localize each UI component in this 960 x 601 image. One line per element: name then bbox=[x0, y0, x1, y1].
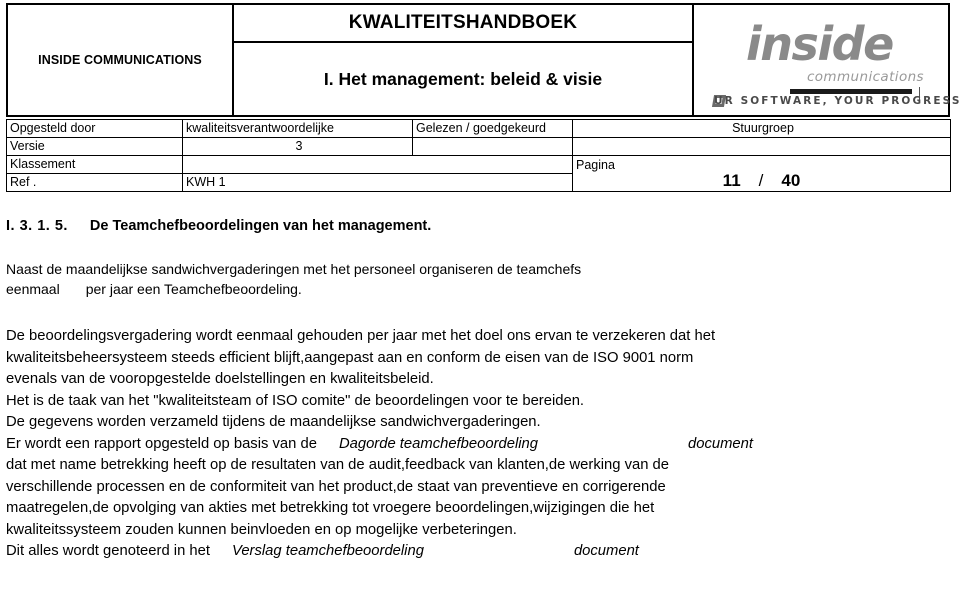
main-paragraph: De beoordelingsvergadering wordt eenmaal… bbox=[6, 326, 950, 563]
report-line-post: document bbox=[688, 435, 753, 452]
body-line: maatregelen,de opvolging van akties met … bbox=[6, 500, 655, 516]
meta-label-version: Versie bbox=[6, 137, 183, 156]
inside-communications-logo: inside communications UR SOFTWARE, YOUR … bbox=[711, 13, 959, 109]
page-numbers: 11 / 40 bbox=[573, 172, 950, 190]
report-line-pre: Er wordt een rapport opgesteld op basis … bbox=[6, 435, 317, 452]
body-line: Het is de taak van het "kwaliteitsteam o… bbox=[6, 392, 585, 409]
body-line: dat met name betrekking heeft op de resu… bbox=[6, 457, 670, 473]
page-number-cell: Pagina 11/40 bbox=[572, 155, 951, 192]
section-number: I. 3. 1. 5. bbox=[6, 218, 68, 234]
report-reference-line: Er wordt een rapport opgesteld op basis … bbox=[6, 434, 950, 456]
meta-label-approval: Gelezen / goedgekeurd bbox=[412, 119, 573, 138]
final-document-name: Verslag teamchefbeoordeling bbox=[232, 543, 424, 559]
intro-line-1: Naast de maandelijkse sandwichvergaderin… bbox=[6, 261, 582, 277]
logo-wordmark: inside bbox=[746, 17, 894, 71]
body-line: kwaliteitssysteem zouden kunnen beinvloe… bbox=[6, 521, 517, 538]
meta-label-classification: Klassement bbox=[6, 155, 183, 174]
meta-blank-cell-a bbox=[412, 137, 573, 156]
page-total: 40 bbox=[781, 171, 801, 190]
body-line: De beoordelingsvergadering wordt eenmaal… bbox=[6, 328, 716, 344]
company-name-cell: INSIDE COMMUNICATIONS bbox=[6, 3, 234, 117]
logo-bar-decoration bbox=[790, 89, 912, 94]
final-reference-line: Dit alles wordt genoteerd in het Verslag … bbox=[6, 541, 950, 563]
final-line-pre: Dit alles wordt genoteerd in het bbox=[6, 543, 210, 559]
intro-line-2-part-b: per jaar een Teamchefbeoordeling. bbox=[85, 280, 302, 297]
body-line: De gegevens worden verzameld tijdens de … bbox=[6, 414, 541, 430]
meta-value-ref: KWH 1 bbox=[182, 173, 573, 192]
meta-value-version: 3 bbox=[182, 137, 413, 156]
page-current: 11 bbox=[722, 171, 741, 190]
document-header: INSIDE COMMUNICATIONS KWALITEITSHANDBOEK… bbox=[6, 3, 959, 117]
intro-paragraph: Naast de maandelijkse sandwichvergaderin… bbox=[6, 260, 950, 299]
document-title-cell: KWALITEITSHANDBOEK I. Het management: be… bbox=[234, 3, 694, 117]
table-row: Opgesteld door kwaliteitsverantwoordelij… bbox=[6, 119, 951, 138]
report-document-name: Dagorde teamchefbeoordeling bbox=[338, 435, 539, 452]
company-name: INSIDE COMMUNICATIONS bbox=[38, 53, 202, 67]
company-logo-cell: inside communications UR SOFTWARE, YOUR … bbox=[694, 3, 959, 117]
meta-blank-cell-b bbox=[572, 137, 951, 156]
section-heading: I. 3. 1. 5. De Teamchefbeoordelingen van … bbox=[6, 218, 950, 234]
meta-value-author: kwaliteitsverantwoordelijke bbox=[182, 119, 413, 138]
intro-line-2-part-a: eenmaal bbox=[6, 280, 60, 297]
page-separator: / bbox=[758, 171, 764, 190]
body-line: kwaliteitsbeheersysteem steeds efficient… bbox=[6, 349, 694, 366]
logo-tagline: UR SOFTWARE, YOUR PROGRESS bbox=[714, 95, 960, 107]
table-row: Klassement Pagina 11/40 bbox=[6, 155, 951, 192]
meta-value-classification bbox=[182, 155, 573, 174]
document-metadata-table: Opgesteld door kwaliteitsverantwoordelij… bbox=[6, 119, 951, 192]
body-line: verschillende processen en de conformite… bbox=[6, 478, 666, 495]
intro-line-2: eenmaal per jaar een Teamchefbeoordeling. bbox=[6, 280, 950, 300]
section-title: De Teamchefbeoordelingen van het managem… bbox=[89, 218, 432, 234]
meta-label-ref: Ref . bbox=[6, 173, 183, 192]
body-line: evenals van de vooropgestelde doelstelli… bbox=[6, 371, 434, 387]
chapter-title-row: I. Het management: beleid & visie bbox=[234, 43, 692, 115]
chapter-title: I. Het management: beleid & visie bbox=[323, 68, 603, 89]
meta-value-approval: Stuurgroep bbox=[572, 119, 951, 138]
final-line-post: document bbox=[573, 543, 639, 559]
logo-sub-wordmark: communications bbox=[806, 69, 924, 85]
table-row: Versie 3 bbox=[6, 137, 951, 156]
document-body: I. 3. 1. 5. De Teamchefbeoordelingen van … bbox=[0, 192, 960, 563]
manual-title: KWALITEITSHANDBOEK bbox=[348, 12, 578, 33]
meta-label-author: Opgesteld door bbox=[6, 119, 183, 138]
manual-title-row: KWALITEITSHANDBOEK bbox=[234, 5, 692, 43]
